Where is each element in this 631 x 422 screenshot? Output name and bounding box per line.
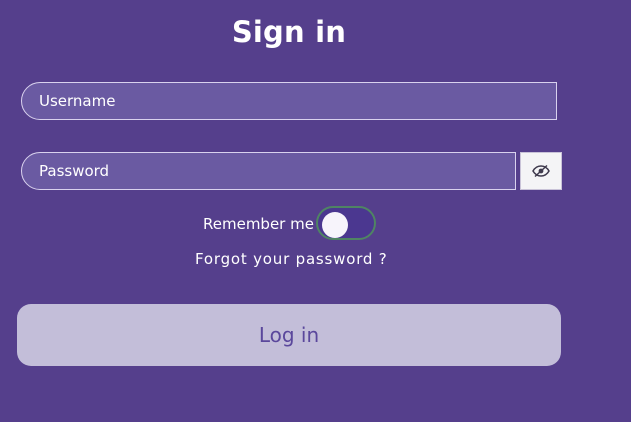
username-input[interactable]: Username [21, 82, 557, 120]
show-password-button[interactable] [520, 152, 562, 190]
remember-me-toggle[interactable] [316, 206, 376, 240]
remember-me-label: Remember me [203, 215, 314, 233]
username-placeholder: Username [39, 92, 116, 110]
login-button[interactable]: Log in [17, 304, 561, 366]
login-page: Sign in Username Password Remember me Fo… [0, 0, 631, 422]
password-placeholder: Password [39, 162, 110, 180]
password-input[interactable]: Password [21, 152, 516, 190]
forgot-password-link[interactable]: Forgot your password ? [195, 249, 388, 269]
page-title: Sign in [231, 15, 347, 49]
toggle-knob [322, 212, 348, 238]
eye-slash-icon [532, 164, 550, 178]
remember-me-row: Remember me [0, 206, 631, 242]
